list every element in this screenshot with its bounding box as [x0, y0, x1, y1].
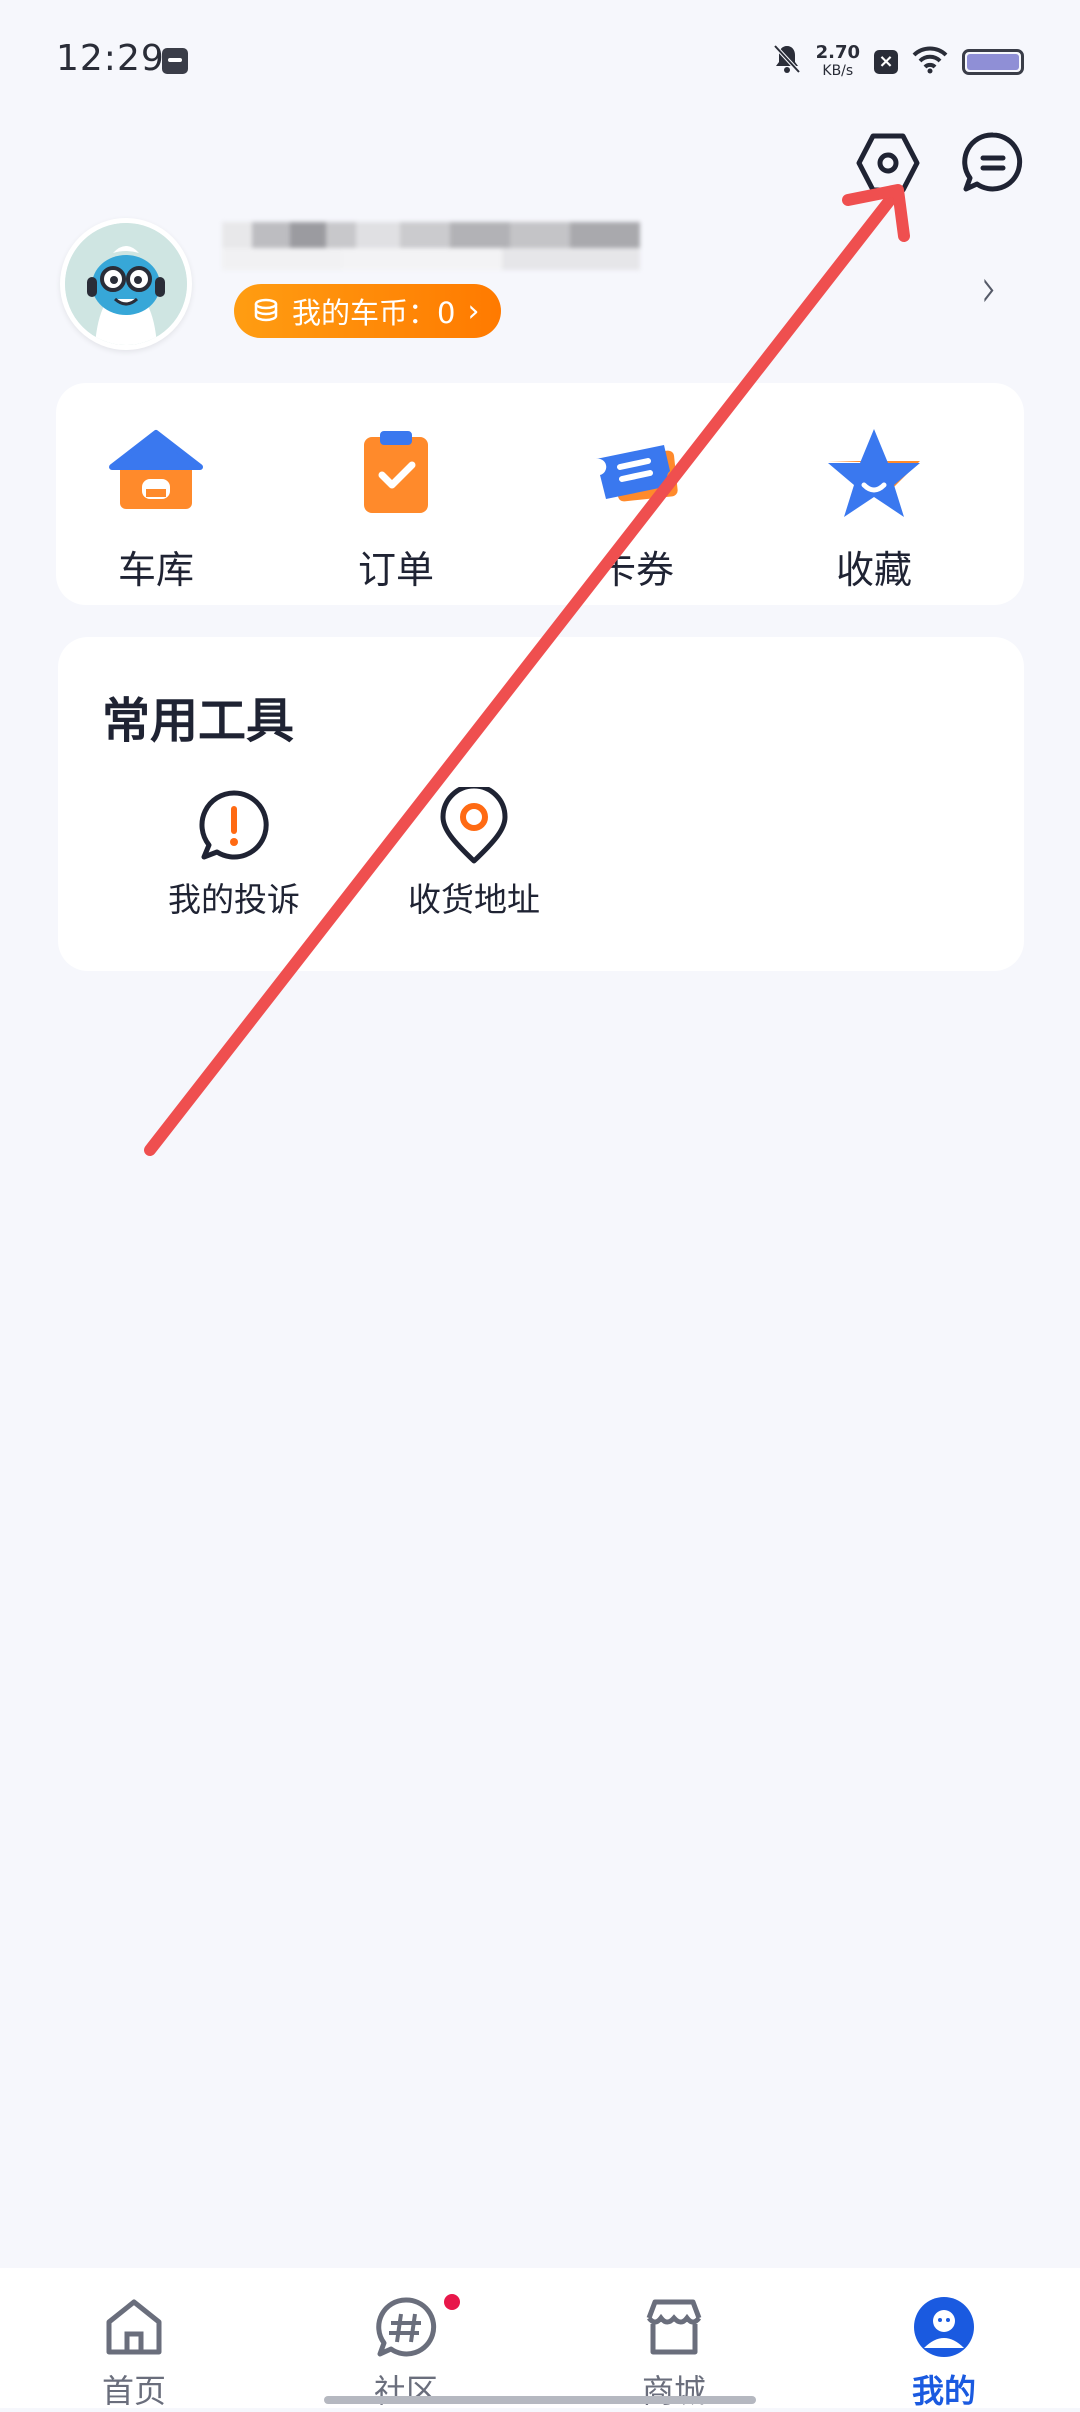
coins-pill[interactable]: 我的车币：0 ›	[234, 284, 502, 338]
settings-icon	[856, 133, 920, 193]
mascot-avatar-image	[65, 223, 187, 345]
net-speed: 2.70 KB/s	[815, 42, 860, 80]
quick-action-label: 卡券	[597, 548, 674, 592]
home-icon	[106, 2299, 162, 2355]
bottom-nav: 首页 社区 商城 我的	[0, 2268, 1080, 2410]
app-notification-icon	[162, 48, 188, 74]
status-time: 12:29	[56, 38, 165, 79]
avatar[interactable]	[60, 218, 192, 350]
ticket-icon	[596, 445, 678, 502]
settings-button[interactable]	[855, 130, 921, 196]
wifi-icon	[912, 46, 948, 78]
nav-home[interactable]: 首页	[54, 2294, 214, 2412]
nav-label: 我的	[911, 2372, 976, 2410]
nav-store[interactable]: 商城	[594, 2294, 754, 2412]
quick-action-garage[interactable]: 车库	[76, 423, 236, 594]
battery-icon	[962, 49, 1024, 75]
status-icons: 2.70 KB/s ×	[772, 40, 1024, 84]
store-icon	[646, 2299, 702, 2355]
community-hash-icon	[376, 2297, 437, 2357]
location-pin-icon	[440, 787, 508, 864]
nav-label: 首页	[101, 2372, 166, 2410]
nav-label: 商城	[641, 2372, 706, 2410]
annotation-arrow	[144, 184, 910, 1156]
quick-action-coupons[interactable]: 卡券	[556, 423, 716, 594]
tools-card: 常用工具 我的投诉 收货地址	[58, 637, 1024, 971]
profile-chevron-icon[interactable]: ›	[981, 256, 997, 321]
message-icon	[962, 132, 1023, 192]
profile-icon	[914, 2297, 974, 2357]
tool-label: 我的投诉	[168, 880, 300, 919]
coin-stack-icon	[254, 298, 278, 322]
chevron-right-icon: ›	[467, 293, 480, 329]
garage-icon	[109, 430, 203, 509]
messages-button[interactable]	[960, 130, 1026, 196]
quick-action-label: 车库	[117, 548, 194, 592]
community-badge-dot	[444, 2294, 460, 2310]
quick-action-label: 收藏	[835, 548, 912, 592]
quick-action-favorites[interactable]: 收藏	[794, 423, 954, 594]
tool-shipping-address[interactable]: 收货地址	[384, 787, 564, 921]
coins-label: 我的车币：0	[292, 296, 456, 330]
sim-off-icon: ×	[874, 50, 898, 74]
quick-actions-card: 车库 订单 卡券 收藏	[56, 383, 1024, 605]
tool-complaints[interactable]: 我的投诉	[144, 787, 324, 921]
nav-label: 社区	[373, 2372, 438, 2410]
nav-community[interactable]: 社区	[326, 2294, 486, 2412]
mute-icon	[772, 43, 802, 81]
complaint-icon	[199, 790, 269, 860]
tool-label: 收货地址	[408, 880, 540, 919]
quick-action-orders[interactable]: 订单	[316, 423, 476, 594]
star-icon	[828, 429, 920, 517]
home-indicator[interactable]	[324, 2396, 756, 2404]
quick-action-label: 订单	[357, 548, 434, 592]
username-obscured	[222, 222, 640, 270]
order-clipboard-icon	[364, 431, 428, 513]
tools-title: 常用工具	[102, 693, 295, 749]
nav-profile[interactable]: 我的	[864, 2294, 1024, 2412]
